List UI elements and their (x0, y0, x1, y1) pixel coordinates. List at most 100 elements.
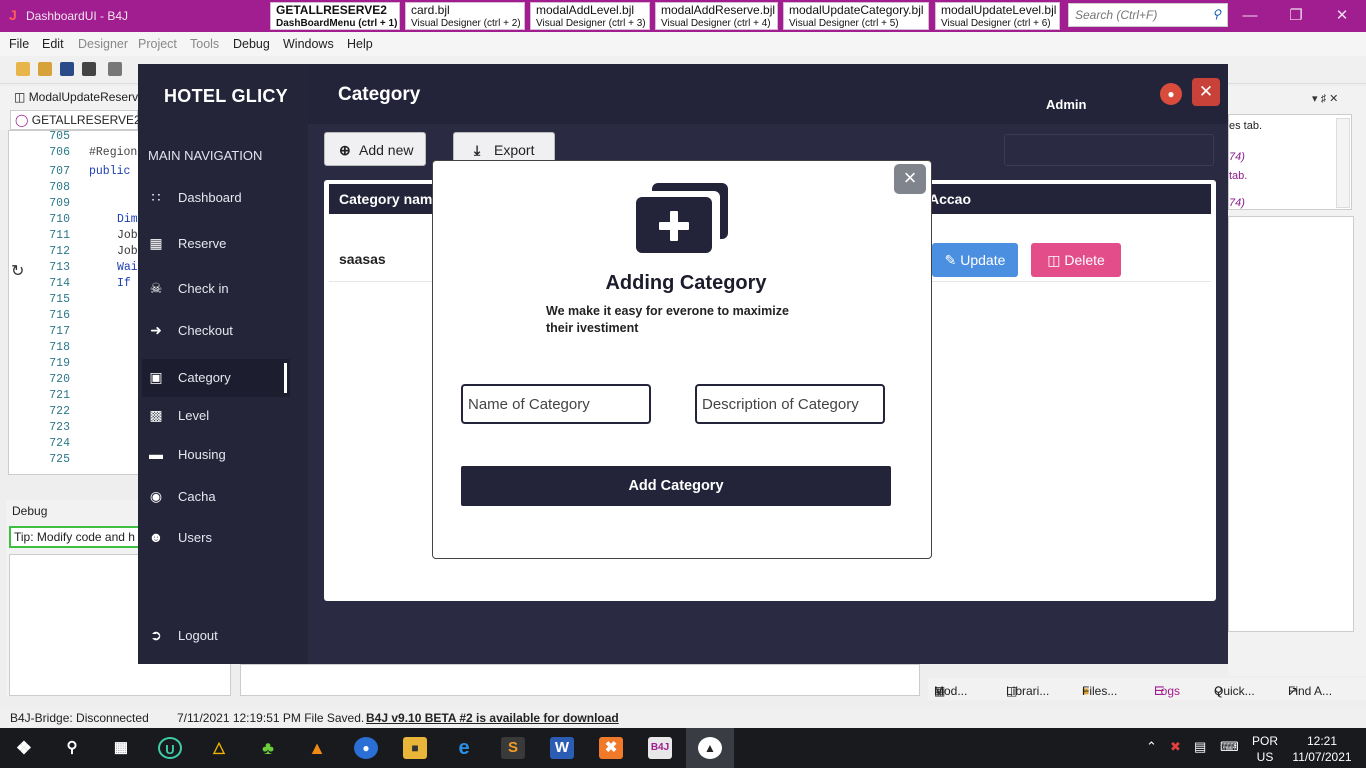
code-line: Wai (117, 261, 138, 274)
windows-start-icon[interactable]: ❖ (12, 737, 36, 759)
sidebar-item-checkout[interactable]: ➜ Checkout (142, 312, 290, 350)
date-label: 11/07/2021 (1292, 750, 1352, 764)
app-close-button[interactable]: ✕ (1192, 78, 1220, 106)
sidebar-item-level[interactable]: ▩ Level (142, 397, 290, 435)
code-line: Dim (117, 213, 138, 226)
tab-modal-add-level[interactable]: modalAddLevel.bjl Visual Designer (ctrl +… (530, 2, 650, 30)
keyboard-icon[interactable]: ⌨ (1220, 739, 1239, 755)
sub-tab[interactable]: ◯ GETALLRESERVE2 (10, 110, 141, 130)
firefox-icon[interactable]: ● (354, 737, 378, 759)
b4j-icon[interactable]: B4J (648, 737, 672, 759)
edge-icon[interactable]: e (452, 737, 476, 759)
tab-modal-update-category[interactable]: modalUpdateCategory.bjl Visual Designer (… (783, 2, 929, 30)
search-icon[interactable]: ⚲ (60, 737, 84, 759)
app-header (308, 64, 1228, 124)
menu-edit[interactable]: Edit (42, 37, 64, 51)
button-label: Delete (1064, 252, 1105, 268)
sidebar-item-housing[interactable]: ▬ Housing (142, 436, 290, 474)
minimize-icon[interactable]: — (1240, 6, 1260, 26)
tab-label: card.bjl (411, 3, 450, 17)
scrollbar[interactable] (1336, 118, 1350, 208)
app-u-icon[interactable]: U (158, 737, 182, 759)
line-number: 712 (49, 245, 70, 258)
open-icon[interactable] (38, 62, 52, 76)
logs-area[interactable] (240, 664, 920, 696)
save-icon[interactable] (60, 62, 74, 76)
tab-sub: Visual Designer (ctrl + 3) (536, 18, 646, 29)
sidebar-item-reserve[interactable]: ▦ Reserve (142, 225, 290, 263)
module-tab[interactable]: ◫ ModalUpdateReserv (14, 90, 138, 104)
grid-icon: ∷ (151, 189, 161, 205)
tab-label: modalAddLevel.bjl (536, 3, 635, 17)
menu-tools[interactable]: Tools (190, 37, 219, 51)
ide-search-input[interactable]: Search (Ctrl+F) ⚲ (1068, 3, 1228, 27)
network-icon[interactable]: ✖ (1170, 739, 1181, 755)
search-icon: ⚲ (1212, 7, 1221, 21)
notification-icon[interactable]: ● (1160, 83, 1182, 105)
tab-modal-add-reserve[interactable]: modalAddReserve.bjl Visual Designer (ctrl… (655, 2, 778, 30)
graduation-app-icon[interactable]: ▲ (698, 737, 722, 759)
copy-icon[interactable] (108, 62, 122, 76)
xampp-icon[interactable]: ✖ (599, 737, 623, 759)
line-number: 711 (49, 229, 70, 242)
refresh-icon[interactable]: ↻ (11, 261, 24, 281)
update-button[interactable]: ✎ Update (932, 243, 1018, 277)
vlc-icon[interactable]: ▲ (305, 737, 329, 759)
line-number: 718 (49, 341, 70, 354)
table-search-input[interactable] (1004, 134, 1214, 166)
tray-chevron-icon[interactable]: ⌃ (1146, 739, 1157, 755)
tab-card[interactable]: card.bjl Visual Designer (ctrl + 2) (405, 2, 525, 30)
sub-icon: ◯ (15, 113, 29, 127)
close-window-icon[interactable]: ✕ (1332, 6, 1352, 26)
user-name[interactable]: Admin (1046, 97, 1086, 112)
line-number: 715 (49, 293, 70, 306)
menu-debug[interactable]: Debug (233, 37, 270, 51)
triangle-app-icon[interactable]: △ (207, 737, 231, 759)
new-icon[interactable] (16, 62, 30, 76)
sidebar-item-cacha[interactable]: ◉ Cacha (142, 478, 290, 516)
file-explorer-icon[interactable]: ■ (403, 737, 427, 759)
line-number: 717 (49, 325, 70, 338)
line-number: 723 (49, 421, 70, 434)
menu-designer[interactable]: Designer (78, 37, 128, 51)
sidebar-item-logout[interactable]: ➲ Logout (142, 617, 290, 655)
save-all-icon[interactable] (82, 62, 96, 76)
sidebar-item-dashboard[interactable]: ∷ Dashboard (142, 179, 290, 217)
delete-button[interactable]: ◫ Delete (1031, 243, 1121, 277)
language-indicator[interactable]: POR US (1252, 733, 1278, 765)
ide-menu-bar: File Edit Designer Project Tools Debug W… (0, 32, 1366, 56)
time-label: 12:21 (1306, 734, 1338, 748)
menu-windows[interactable]: Windows (283, 37, 334, 51)
update-link[interactable]: B4J v9.10 BETA #2 is available for downl… (366, 711, 619, 725)
right-list[interactable] (1228, 216, 1354, 632)
sidebar-item-category[interactable]: ▣ Category (142, 359, 290, 397)
category-description-input[interactable] (695, 384, 885, 424)
clock[interactable]: 12:21 11/07/2021 (1288, 733, 1356, 765)
task-view-icon[interactable]: ▦ (109, 737, 133, 759)
bottom-tabs: ▦ Mod... ◫ Librari... ■ Files... ☰ Logs … (928, 678, 1366, 700)
menu-help[interactable]: Help (347, 37, 373, 51)
button-label: Add new (359, 142, 414, 158)
tab-label: Logs (1154, 684, 1181, 698)
panel-controls[interactable]: ▾ ♯ ✕ (1312, 92, 1338, 105)
tab-getallreserve2[interactable]: GETALLRESERVE2 DashBoardMenu (ctrl + 1) (270, 2, 400, 30)
debug-title: Debug (12, 504, 48, 518)
add-category-button[interactable]: Add Category (461, 466, 891, 506)
tab-modal-update-level[interactable]: modalUpdateLevel.bjl Visual Designer (ctr… (935, 2, 1060, 30)
sub-tab-label: GETALLRESERVE2 (31, 113, 141, 127)
clover-icon[interactable]: ♣ (256, 737, 280, 759)
category-name-input[interactable] (461, 384, 651, 424)
active-indicator (284, 363, 287, 393)
sublime-icon[interactable]: S (501, 737, 525, 759)
message-icon[interactable]: ▤ (1194, 739, 1206, 755)
restore-icon[interactable]: ❐ (1286, 6, 1306, 26)
modal-close-button[interactable]: × (894, 164, 926, 194)
code-editor[interactable] (8, 130, 140, 475)
menu-file[interactable]: File (9, 37, 29, 51)
menu-project[interactable]: Project (138, 37, 177, 51)
line-number: 724 (49, 437, 70, 450)
add-new-button[interactable]: ⊕ Add new (324, 132, 426, 166)
sidebar-item-check-in[interactable]: ☠ Check in (142, 270, 290, 308)
word-icon[interactable]: W (550, 737, 574, 759)
sidebar-item-users[interactable]: ☻ Users (142, 519, 290, 557)
